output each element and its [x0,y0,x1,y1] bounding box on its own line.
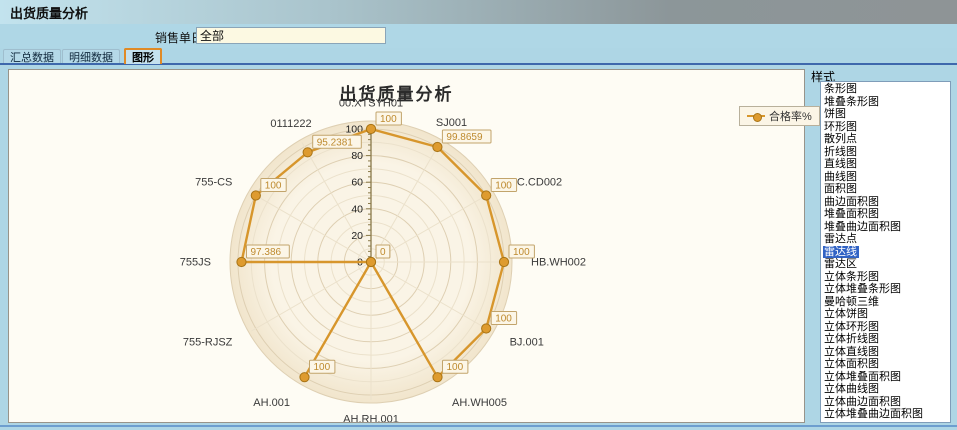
style-panel: 样式 条形图堆叠条形图饼图环形图散列点折线图直线图曲线图面积图曲边面积图堆叠面积… [808,67,957,425]
style-option[interactable]: 条形图 [823,83,950,96]
style-option[interactable]: 堆叠条形图 [823,96,950,109]
style-option[interactable]: 立体条形图 [823,271,950,284]
tab-graph[interactable]: 图形 [124,48,162,64]
style-option[interactable]: 立体堆叠曲边面积图 [823,408,950,421]
value-label: 100 [380,114,397,125]
tab-bar: 汇总数据 明细数据 图形 [0,48,957,64]
style-option[interactable]: 环形图 [823,121,950,134]
window-title-bar: 出货质量分析 [0,0,957,24]
filter-bar: 销售单日期 [0,24,957,48]
value-label: 99.8659 [446,132,483,143]
style-option[interactable]: 曼哈顿三维 [823,296,950,309]
category-label: 755-RJSZ [183,337,233,349]
category-label: 755JS [180,257,211,269]
style-option[interactable]: 立体堆叠条形图 [823,283,950,296]
category-label: BJ.001 [510,337,544,349]
value-label: 97.386 [251,247,282,258]
style-option[interactable]: 曲边面积图 [823,196,950,209]
style-option[interactable]: 雷达点 [823,233,950,246]
svg-text:40: 40 [351,203,363,215]
value-label: 100 [314,362,331,373]
category-label: SJ001 [436,117,467,129]
style-option[interactable]: 立体直线图 [823,346,950,359]
style-option[interactable]: 立体曲线图 [823,383,950,396]
category-label: 0111222 [270,118,311,130]
style-option[interactable]: 堆叠面积图 [823,208,950,221]
category-label: 755-CS [195,177,232,189]
style-option[interactable]: 立体曲边面积图 [823,396,950,409]
value-label: 100 [495,314,512,325]
category-label: AH.RH.001 [343,414,399,423]
tab-summary-data[interactable]: 汇总数据 [3,49,61,64]
style-option[interactable]: 堆叠曲边面积图 [823,221,950,234]
tab-detail-data[interactable]: 明细数据 [62,49,120,64]
style-option[interactable]: 折线图 [823,146,950,159]
value-label: 100 [447,362,464,373]
value-label: 100 [265,181,282,192]
value-label: 0 [380,247,386,258]
category-label: AH.001 [253,397,290,409]
chart-panel: 出货质量分析 02040608010000.XTSYH01SJ001SC.CD0… [8,69,805,423]
legend-line-marker-icon [747,115,765,117]
svg-text:80: 80 [351,150,363,162]
style-option[interactable]: 雷达区 [823,258,950,271]
style-option[interactable]: 立体堆叠面积图 [823,371,950,384]
sales-date-input[interactable] [196,27,386,44]
value-label: 100 [513,247,530,258]
category-label: HB.WH002 [531,257,586,269]
value-label: 95.2381 [317,137,354,148]
style-option[interactable]: 饼图 [823,108,950,121]
radar-chart-svg: 02040608010000.XTSYH01SJ001SC.CD002HB.WH… [9,70,804,422]
style-option[interactable]: 雷达线 [823,246,859,259]
svg-text:60: 60 [351,177,363,189]
chart-title: 出货质量分析 [9,80,784,105]
style-option[interactable]: 立体饼图 [823,308,950,321]
style-option[interactable]: 立体折线图 [823,333,950,346]
style-listbox[interactable]: 条形图堆叠条形图饼图环形图散列点折线图直线图曲线图面积图曲边面积图堆叠面积图堆叠… [820,81,951,423]
value-label: 100 [495,181,512,192]
svg-text:20: 20 [351,230,363,242]
style-option[interactable]: 立体环形图 [823,321,950,334]
bottom-border [0,425,957,430]
app-window: 出货质量分析 销售单日期 汇总数据 明细数据 图形 出货质量分析 0 20 40 60… [0,0,957,430]
style-option[interactable]: 立体面积图 [823,358,950,371]
tab-content: 出货质量分析 02040608010000.XTSYH01SJ001SC.CD0… [0,67,957,425]
page-title: 出货质量分析 [10,3,88,22]
style-option[interactable]: 散列点 [823,133,950,146]
style-option[interactable]: 面积图 [823,183,950,196]
style-option[interactable]: 直线图 [823,158,950,171]
category-label: SC.CD002 [510,177,563,189]
category-label: AH.WH005 [452,397,507,409]
legend-label: 合格率% [769,108,812,124]
style-option[interactable]: 曲线图 [823,171,950,184]
